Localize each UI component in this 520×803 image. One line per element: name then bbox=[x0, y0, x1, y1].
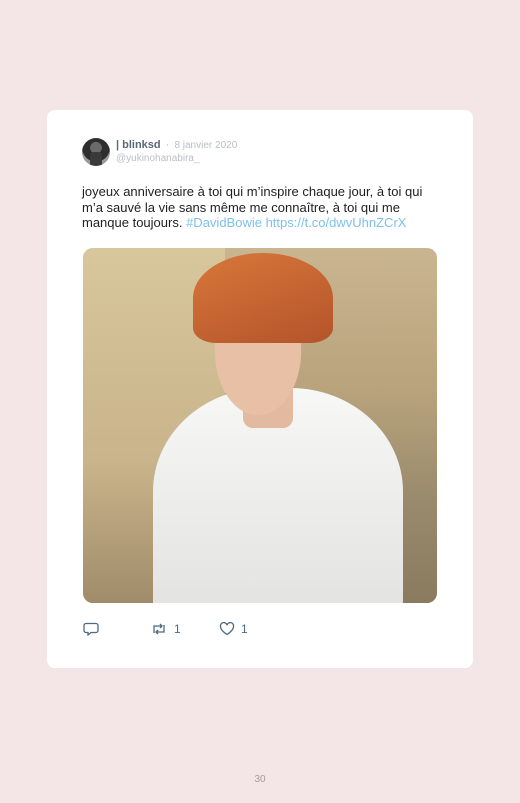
author-name[interactable]: | blinksd bbox=[116, 139, 161, 151]
reply-icon bbox=[83, 622, 99, 636]
tweet-card: | blinksd · 8 janvier 2020 @yukinohanabi… bbox=[47, 110, 473, 668]
hashtag-link[interactable]: #DavidBowie bbox=[186, 215, 262, 230]
tweet-date[interactable]: 8 janvier 2020 bbox=[174, 140, 237, 151]
author-block: | blinksd · 8 janvier 2020 @yukinohanabi… bbox=[116, 139, 237, 165]
avatar[interactable] bbox=[82, 138, 110, 166]
like-button[interactable]: 1 bbox=[219, 622, 248, 636]
tweet-actions: 1 1 bbox=[83, 622, 248, 636]
heart-icon bbox=[219, 622, 235, 636]
reply-button[interactable] bbox=[83, 622, 150, 636]
separator: · bbox=[165, 139, 170, 151]
like-count: 1 bbox=[241, 622, 248, 636]
author-handle[interactable]: @yukinohanabira_ bbox=[116, 152, 237, 165]
retweet-icon bbox=[150, 622, 168, 636]
tweet-text: joyeux anniversaire à toi qui m’inspire … bbox=[82, 184, 442, 231]
page-number: 30 bbox=[254, 774, 266, 785]
tweet-header: | blinksd · 8 janvier 2020 @yukinohanabi… bbox=[82, 138, 237, 166]
retweet-button[interactable]: 1 bbox=[150, 622, 219, 636]
tweet-photo[interactable] bbox=[83, 248, 437, 603]
url-link[interactable]: https://t.co/dwvUhnZCrX bbox=[262, 215, 407, 230]
name-line: | blinksd · 8 janvier 2020 bbox=[116, 139, 237, 152]
retweet-count: 1 bbox=[174, 622, 181, 636]
photo-hair bbox=[193, 253, 333, 343]
